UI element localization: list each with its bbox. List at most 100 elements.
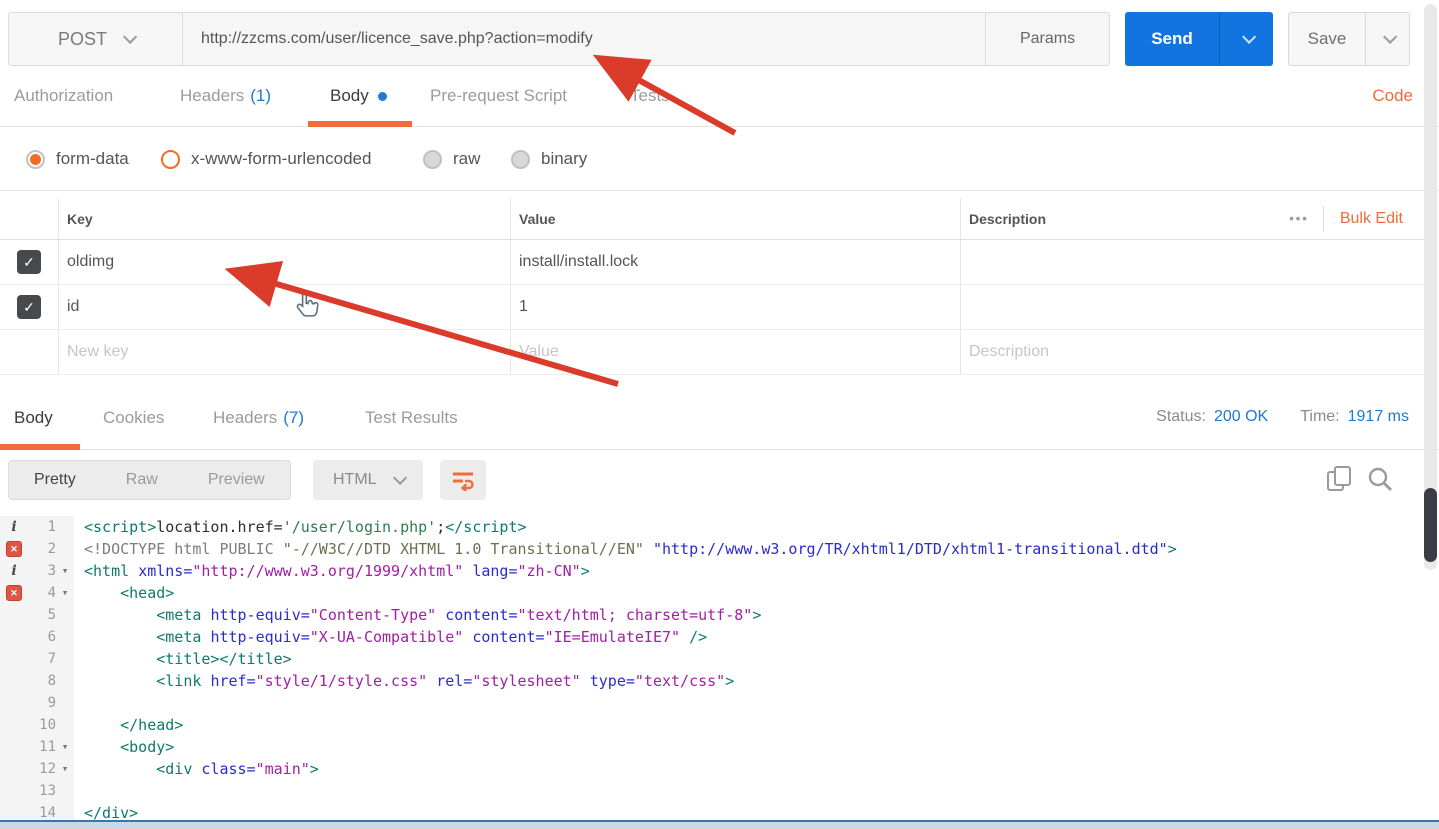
code-text[interactable]: <html xmlns="http://www.w3.org/1999/xhtm… bbox=[74, 560, 590, 582]
request-tabs: Authorization Headers (1) Body Pre-reque… bbox=[0, 66, 1439, 127]
body-has-content-dot bbox=[377, 91, 387, 101]
code-line: 13 bbox=[0, 780, 1424, 802]
code-line: ✕ 4 ▾ <head> bbox=[0, 582, 1424, 604]
key-cell[interactable]: id bbox=[58, 285, 510, 329]
marker-spacer bbox=[0, 758, 28, 780]
vertical-scrollbar-thumb[interactable] bbox=[1424, 488, 1437, 562]
more-options-button[interactable]: ••• bbox=[1275, 211, 1323, 226]
fold-caret-icon bbox=[56, 714, 74, 736]
row-checkbox-checked[interactable]: ✓ bbox=[17, 250, 41, 274]
value-cell[interactable]: install/install.lock bbox=[510, 240, 960, 284]
time-value: 1917 ms bbox=[1347, 408, 1409, 425]
new-key-input[interactable]: New key bbox=[58, 330, 510, 374]
vertical-scrollbar-track[interactable] bbox=[1424, 4, 1437, 570]
view-raw-button[interactable]: Raw bbox=[101, 461, 183, 499]
code-text[interactable]: <head> bbox=[74, 582, 174, 604]
code-text[interactable]: <meta http-equiv="Content-Type" content=… bbox=[74, 604, 761, 626]
fold-caret-icon bbox=[56, 670, 74, 692]
response-tab-headers[interactable]: Headers (7) bbox=[213, 388, 304, 448]
code-lines: i 1 <script>location.href='/user/login.php… bbox=[0, 516, 1424, 824]
tab-body[interactable]: Body bbox=[330, 66, 387, 126]
new-description-input[interactable]: Description bbox=[960, 330, 1425, 374]
table-header-row: Key Value Description ••• Bulk Edit bbox=[0, 198, 1425, 240]
code-line: 11 ▾ <body> bbox=[0, 736, 1424, 758]
bulk-edit-link[interactable]: Bulk Edit bbox=[1324, 210, 1425, 228]
postman-app: POST http://zzcms.com/user/licence_save.… bbox=[0, 0, 1439, 829]
line-number: 8 bbox=[47, 673, 56, 689]
code-line: 7 <title></title> bbox=[0, 648, 1424, 670]
code-text[interactable] bbox=[74, 692, 84, 714]
code-text[interactable]: <title></title> bbox=[74, 648, 291, 670]
fold-caret-icon bbox=[56, 604, 74, 626]
radio-selected-icon[interactable] bbox=[26, 149, 45, 169]
row-checkbox-checked[interactable]: ✓ bbox=[17, 295, 41, 319]
view-preview-button[interactable]: Preview bbox=[183, 461, 290, 499]
view-pretty-button[interactable]: Pretty bbox=[9, 461, 101, 499]
code-text[interactable]: <link href="style/1/style.css" rel="styl… bbox=[74, 670, 734, 692]
column-header-value: Value bbox=[510, 198, 960, 239]
mode-raw[interactable]: raw bbox=[423, 127, 480, 191]
radio-icon[interactable] bbox=[511, 149, 530, 169]
send-button[interactable]: Send bbox=[1125, 12, 1273, 66]
marker-spacer bbox=[0, 670, 28, 692]
response-code-editor[interactable]: i 1 <script>location.href='/user/login.php… bbox=[0, 516, 1424, 822]
code-text[interactable]: <div class="main"> bbox=[74, 758, 319, 780]
fold-caret-icon[interactable]: ▾ bbox=[56, 758, 74, 780]
fold-caret-icon bbox=[56, 516, 74, 538]
code-text[interactable]: <body> bbox=[74, 736, 174, 758]
new-value-input[interactable]: Value bbox=[510, 330, 960, 374]
fold-caret-icon bbox=[56, 626, 74, 648]
code-line: 10 </head> bbox=[0, 714, 1424, 736]
response-tab-test-results[interactable]: Test Results bbox=[365, 388, 458, 448]
response-tab-body[interactable]: Body bbox=[14, 388, 53, 448]
fold-caret-icon[interactable]: ▾ bbox=[56, 582, 74, 604]
code-text[interactable]: <!DOCTYPE html PUBLIC "-//W3C//DTD XHTML… bbox=[74, 538, 1177, 560]
save-button[interactable]: Save bbox=[1288, 12, 1410, 66]
table-row: ✓ oldimg install/install.lock bbox=[0, 240, 1425, 285]
code-line: 5 <meta http-equiv="Content-Type" conten… bbox=[0, 604, 1424, 626]
code-link[interactable]: Code bbox=[1372, 66, 1413, 126]
mode-x-www-form-urlencoded[interactable]: x-www-form-urlencoded bbox=[161, 127, 371, 191]
response-status-block: Status: 200 OK Time: 1917 ms bbox=[1156, 388, 1409, 446]
description-cell[interactable] bbox=[960, 285, 1425, 329]
line-number: 5 bbox=[47, 607, 56, 623]
response-toolbar: Pretty Raw Preview HTML bbox=[0, 450, 1439, 512]
marker-spacer bbox=[0, 780, 28, 802]
radio-icon[interactable] bbox=[423, 149, 442, 169]
word-wrap-button[interactable] bbox=[440, 460, 486, 500]
horizontal-scrollbar[interactable] bbox=[0, 820, 1439, 829]
method-dropdown[interactable]: POST bbox=[9, 13, 183, 65]
copy-response-button[interactable] bbox=[1324, 464, 1354, 494]
code-line: 8 <link href="style/1/style.css" rel="st… bbox=[0, 670, 1424, 692]
fold-caret-icon[interactable]: ▾ bbox=[56, 560, 74, 582]
code-line: ✕ 2 <!DOCTYPE html PUBLIC "-//W3C//DTD XHT… bbox=[0, 538, 1424, 560]
save-options-caret[interactable] bbox=[1365, 13, 1409, 65]
format-dropdown[interactable]: HTML bbox=[313, 460, 423, 500]
column-header-description: Description ••• Bulk Edit bbox=[960, 198, 1425, 239]
code-text[interactable]: <meta http-equiv="X-UA-Compatible" conte… bbox=[74, 626, 707, 648]
method-label: POST bbox=[57, 28, 107, 49]
tab-tests[interactable]: Tests bbox=[630, 66, 670, 126]
fold-caret-icon[interactable]: ▾ bbox=[56, 736, 74, 758]
body-mode-selector: form-data x-www-form-urlencoded raw bina… bbox=[0, 127, 1439, 317]
tab-prerequest-script[interactable]: Pre-request Script bbox=[430, 66, 567, 126]
key-cell[interactable]: oldimg bbox=[58, 240, 510, 284]
code-text[interactable]: <script>location.href='/user/login.php';… bbox=[74, 516, 527, 538]
line-number: 9 bbox=[47, 695, 56, 711]
status-label: Status: bbox=[1156, 408, 1206, 425]
view-mode-group: Pretty Raw Preview bbox=[8, 460, 291, 500]
code-text[interactable] bbox=[74, 780, 84, 802]
description-cell[interactable] bbox=[960, 240, 1425, 284]
mode-binary[interactable]: binary bbox=[511, 127, 587, 191]
mode-form-data[interactable]: form-data bbox=[26, 127, 129, 191]
tab-authorization[interactable]: Authorization bbox=[14, 66, 113, 126]
send-options-caret[interactable] bbox=[1219, 12, 1273, 66]
code-text[interactable]: </head> bbox=[74, 714, 183, 736]
response-tab-cookies[interactable]: Cookies bbox=[103, 388, 164, 448]
params-button[interactable]: Params bbox=[985, 13, 1109, 65]
value-cell[interactable]: 1 bbox=[510, 285, 960, 329]
url-input[interactable]: http://zzcms.com/user/licence_save.php?a… bbox=[183, 13, 985, 65]
tab-headers[interactable]: Headers (1) bbox=[180, 66, 271, 126]
radio-hover-icon[interactable] bbox=[161, 149, 180, 169]
search-response-button[interactable] bbox=[1365, 464, 1395, 494]
